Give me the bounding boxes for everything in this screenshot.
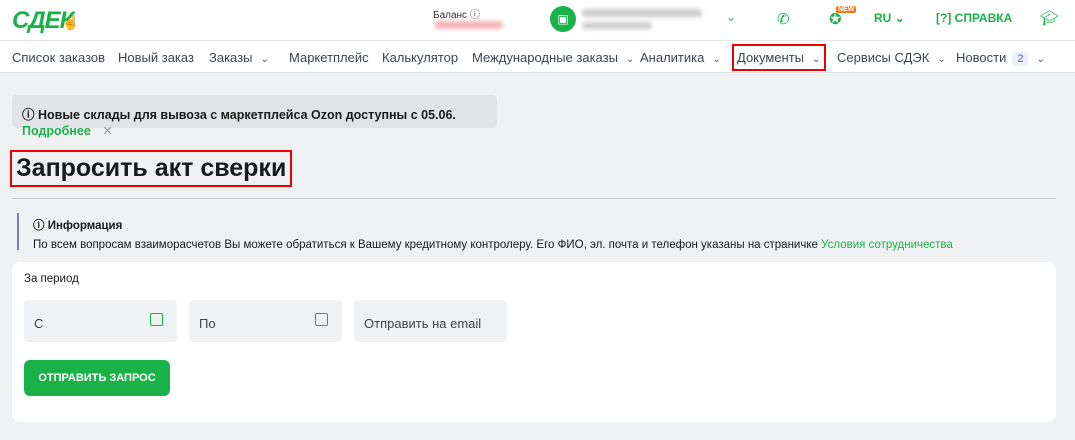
top-header: СДЕК ☝ Баланс ⓘ ▣ ⌄ ✆ ✪ NEW RU ⌄ [?] СПР…: [0, 0, 1075, 41]
nav-label: Аналитика: [640, 50, 705, 65]
new-badge: NEW: [836, 6, 857, 13]
nav-new-order[interactable]: Новый заказ: [118, 50, 194, 65]
news-count-badge: 2: [1012, 52, 1029, 66]
info-icon: ⓘ: [33, 220, 45, 232]
balance-value-redacted: [435, 21, 503, 29]
nav-label: Заказы: [209, 50, 253, 65]
help-button[interactable]: [?] СПРАВКА: [936, 11, 1012, 25]
info-block: ⓘ Информация По всем вопросам взаиморасч…: [17, 213, 953, 251]
nav-analytics[interactable]: Аналитика ⌄: [640, 50, 721, 65]
notice-banner: ⓘ Новые склады для вывоза с маркетплейса…: [12, 95, 497, 138]
nav-cdek-services[interactable]: Сервисы СДЭК ⌄: [837, 50, 946, 65]
terms-link[interactable]: Условия сотрудничества: [821, 239, 953, 251]
info-title-text: Информация: [47, 220, 123, 232]
chevron-down-icon: ⌄: [812, 54, 821, 65]
help-label: СПРАВКА: [954, 11, 1013, 25]
chevron-down-icon: ⌄: [937, 54, 946, 65]
help-icon: [?]: [936, 11, 952, 25]
date-from-input[interactable]: С: [24, 300, 177, 342]
education-icon[interactable]: 🎓︎: [1040, 9, 1059, 27]
nav-label: Международные заказы: [472, 50, 618, 65]
nav-documents[interactable]: Документы ⌄: [731, 44, 827, 71]
nav-label: Сервисы СДЭК: [837, 50, 930, 65]
info-text: По всем вопросам взаиморасчетов Вы может…: [33, 239, 818, 251]
placeholder: По: [199, 316, 216, 331]
phone-icon[interactable]: ✆: [777, 10, 790, 28]
chevron-down-icon: ⌄: [625, 54, 635, 65]
briefcase-icon[interactable]: ▣: [550, 6, 576, 32]
calendar-icon[interactable]: [315, 313, 328, 326]
nav-international[interactable]: Международные заказы ⌄: [472, 50, 634, 65]
period-label: За период: [24, 273, 79, 285]
date-to-input[interactable]: По: [189, 300, 342, 342]
balance-text: Баланс: [433, 10, 468, 21]
account-name-redacted[interactable]: [582, 9, 702, 17]
main-nav: Список заказов Новый заказ Заказы ⌄ Марке…: [0, 41, 1075, 73]
notice-more-link[interactable]: Подробнее: [22, 124, 91, 138]
notice-text: Новые склады для вывоза с маркетплейса O…: [38, 108, 456, 122]
nav-orders[interactable]: Заказы ⌄: [209, 50, 269, 65]
language-select[interactable]: RU ⌄: [874, 11, 905, 25]
nav-label: Документы: [737, 50, 805, 65]
balance-label: Баланс ⓘ: [433, 6, 480, 21]
language-label: RU: [874, 11, 892, 25]
chevron-down-icon: ⌄: [712, 54, 721, 65]
close-icon[interactable]: ✕: [102, 124, 112, 138]
submit-request-button[interactable]: ОТПРАВИТЬ ЗАПРОС: [24, 360, 170, 396]
chevron-down-icon: ⌄: [1036, 54, 1045, 65]
info-icon[interactable]: ⓘ: [470, 10, 480, 21]
nav-orders-list[interactable]: Список заказов: [12, 50, 105, 65]
request-form: За период С По Отправить на email ОТПРАВ…: [12, 262, 1056, 422]
placeholder: С: [34, 316, 44, 331]
nav-calculator[interactable]: Калькулятор: [382, 50, 458, 65]
placeholder: Отправить на email: [364, 316, 482, 331]
info-title: ⓘ Информация: [33, 217, 953, 233]
cursor-icon: ☝: [62, 14, 80, 30]
nav-news[interactable]: Новости 2 ⌄: [956, 50, 1045, 66]
account-chevron-icon[interactable]: ⌄: [726, 10, 736, 24]
page-title: Запросить акт сверки: [10, 150, 293, 187]
info-icon: ⓘ: [22, 108, 35, 122]
email-input[interactable]: Отправить на email: [354, 300, 507, 342]
nav-marketplace[interactable]: Маркетплейс: [289, 50, 369, 65]
chevron-down-icon: ⌄: [260, 54, 269, 65]
calendar-icon[interactable]: [150, 313, 163, 326]
divider: [12, 198, 1056, 199]
nav-label: Новости: [956, 50, 1007, 65]
account-sub-redacted: [582, 22, 652, 29]
